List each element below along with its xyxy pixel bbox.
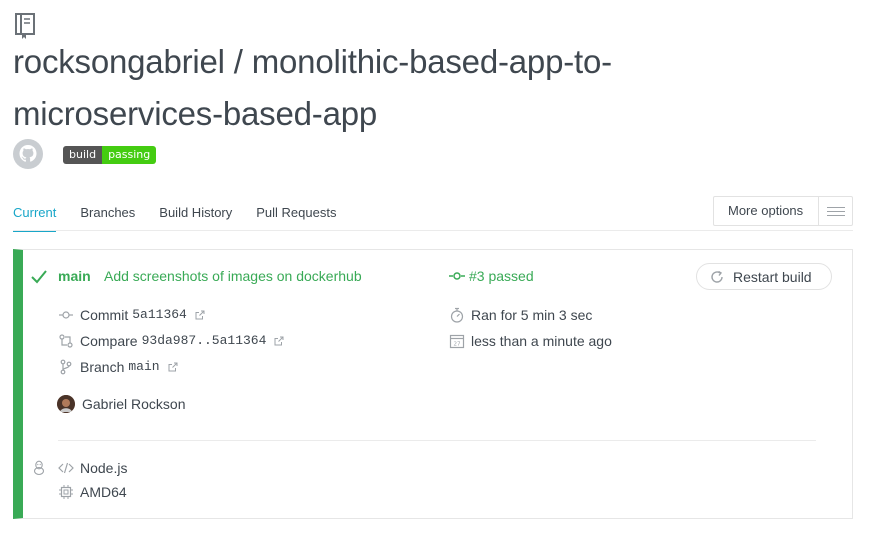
menu-icon[interactable] xyxy=(818,197,852,225)
finished-row: 27 less than a minute ago xyxy=(449,332,612,350)
badge-label: build xyxy=(63,146,103,164)
badge-value: passing xyxy=(102,146,157,164)
cpu-icon xyxy=(59,485,73,499)
tab-branches[interactable]: Branches xyxy=(80,200,135,232)
calendar-icon: 27 xyxy=(449,334,465,349)
compare-icon xyxy=(59,334,73,348)
avatar xyxy=(57,395,75,413)
svg-text:27: 27 xyxy=(454,342,461,348)
repo-tabs: Current Branches Build History Pull Requ… xyxy=(13,200,360,232)
commit-icon xyxy=(59,311,73,319)
tab-pull-requests[interactable]: Pull Requests xyxy=(256,200,336,232)
external-link-icon[interactable] xyxy=(168,362,178,372)
branch-row[interactable]: Branch main xyxy=(58,358,178,376)
external-link-icon[interactable] xyxy=(195,310,205,320)
linux-icon xyxy=(33,460,45,476)
tab-build-history[interactable]: Build History xyxy=(159,200,232,232)
branch-label: Branch xyxy=(80,359,125,375)
branch-icon xyxy=(60,359,72,375)
commit-node-icon xyxy=(449,272,465,280)
duration-row: Ran for 5 min 3 sec xyxy=(449,306,592,324)
job-language: Node.js xyxy=(80,460,128,476)
branch-value: main xyxy=(128,359,160,374)
job-arch: AMD64 xyxy=(80,484,127,500)
build-status-text: #3 passed xyxy=(469,268,534,284)
more-options-label: More options xyxy=(728,203,804,218)
check-icon xyxy=(31,270,47,284)
repo-title[interactable]: rocksongabriel / monolithic-based-app-to… xyxy=(13,36,713,140)
external-link-icon[interactable] xyxy=(274,336,284,346)
restart-build-label: Restart build xyxy=(733,268,812,285)
language-row: Node.js xyxy=(58,459,127,477)
restart-build-button[interactable]: Restart build xyxy=(696,263,832,290)
commit-message[interactable]: Add screenshots of images on dockerhub xyxy=(104,266,362,286)
compare-range: 93da987..5a11364 xyxy=(141,333,267,348)
stopwatch-icon xyxy=(450,307,464,323)
more-options-button[interactable]: More options xyxy=(713,196,853,226)
compare-row[interactable]: Compare 93da987..5a11364 xyxy=(58,332,284,350)
tab-current[interactable]: Current xyxy=(13,200,57,232)
commit-sha: 5a11364 xyxy=(132,307,187,322)
author-name: Gabriel Rockson xyxy=(82,396,186,412)
build-number-status[interactable]: #3 passed xyxy=(449,266,534,286)
code-icon xyxy=(58,462,74,474)
commit-label: Commit xyxy=(80,307,129,323)
github-icon[interactable] xyxy=(13,139,43,169)
build-branch-name[interactable]: main xyxy=(58,266,91,286)
restart-icon xyxy=(711,270,723,283)
arch-row: AMD64 xyxy=(58,483,127,501)
build-duration: Ran for 5 min 3 sec xyxy=(471,307,593,323)
compare-label: Compare xyxy=(80,333,138,349)
tabs-divider xyxy=(13,230,853,231)
build-finished: less than a minute ago xyxy=(471,333,612,349)
build-status-badge[interactable]: build passing xyxy=(63,146,157,164)
commit-row[interactable]: Commit 5a11364 xyxy=(58,306,205,324)
card-divider xyxy=(58,440,816,441)
